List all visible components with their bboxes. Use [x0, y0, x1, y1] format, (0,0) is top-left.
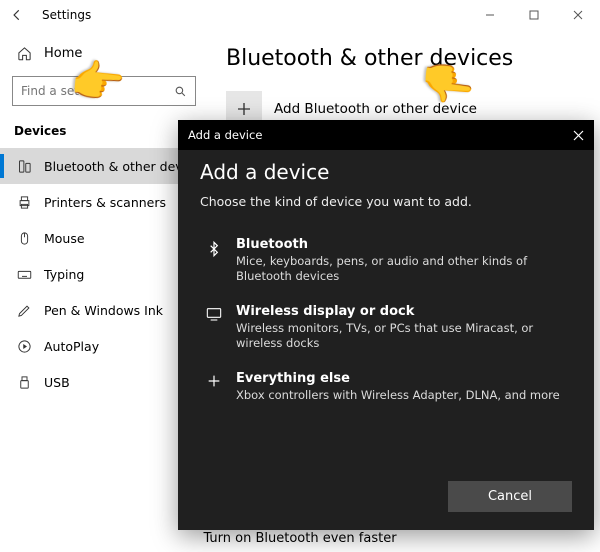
option-desc: Mice, keyboards, pens, or audio and othe…: [236, 254, 572, 284]
add-device-label: Add Bluetooth or other device: [274, 101, 477, 117]
page-title: Bluetooth & other devices: [226, 46, 582, 71]
sidebar-item-usb[interactable]: USB: [0, 364, 208, 400]
dialog-option-everything-else[interactable]: Everything else Xbox controllers with Wi…: [200, 361, 572, 413]
option-title: Wireless display or dock: [236, 304, 572, 319]
devices-icon: [14, 159, 34, 174]
usb-icon: [14, 375, 34, 390]
window-title: Settings: [42, 8, 91, 22]
home-link[interactable]: Home: [0, 36, 208, 70]
settings-window: Settings Home Devices: [0, 0, 600, 552]
sidebar-item-label: Typing: [44, 267, 84, 282]
home-label: Home: [44, 46, 82, 61]
dialog-subheading: Choose the kind of device you want to ad…: [200, 194, 572, 209]
mouse-icon: [14, 231, 34, 246]
option-desc: Wireless monitors, TVs, or PCs that use …: [236, 321, 572, 351]
search-field[interactable]: [21, 84, 174, 98]
sidebar: Home Devices Bluetooth & other devices P…: [0, 30, 208, 552]
dialog-window-title: Add a device: [188, 128, 262, 142]
dialog-heading: Add a device: [200, 160, 572, 184]
printer-icon: [14, 195, 34, 210]
maximize-button[interactable]: [512, 0, 556, 30]
close-button[interactable]: [556, 0, 600, 30]
dialog-titlebar: Add a device: [178, 120, 594, 150]
sidebar-item-label: AutoPlay: [44, 339, 99, 354]
sidebar-item-label: Printers & scanners: [44, 195, 166, 210]
pen-icon: [14, 303, 34, 318]
sidebar-item-printers[interactable]: Printers & scanners: [0, 184, 208, 220]
footer-hint-text: Turn on Bluetooth even faster: [203, 531, 396, 546]
titlebar: Settings: [0, 0, 600, 30]
dialog-close-button[interactable]: [573, 130, 584, 141]
sidebar-item-label: Pen & Windows Ink: [44, 303, 163, 318]
sidebar-item-bluetooth[interactable]: Bluetooth & other devices: [0, 148, 208, 184]
plus-icon: [200, 371, 228, 389]
window-controls: [468, 0, 600, 30]
keyboard-icon: [14, 267, 34, 282]
home-icon: [14, 46, 34, 61]
option-title: Bluetooth: [236, 237, 572, 252]
dialog-option-bluetooth[interactable]: Bluetooth Mice, keyboards, pens, or audi…: [200, 227, 572, 294]
option-desc: Xbox controllers with Wireless Adapter, …: [236, 388, 572, 403]
display-icon: [200, 304, 228, 322]
dialog-option-wireless-display[interactable]: Wireless display or dock Wireless monito…: [200, 294, 572, 361]
sidebar-item-autoplay[interactable]: AutoPlay: [0, 328, 208, 364]
search-input[interactable]: [12, 76, 196, 106]
minimize-button[interactable]: [468, 0, 512, 30]
option-title: Everything else: [236, 371, 572, 386]
back-icon[interactable]: [10, 8, 30, 22]
add-device-dialog: Add a device Add a device Choose the kin…: [178, 120, 594, 530]
bluetooth-icon: [200, 237, 228, 259]
sidebar-item-pen[interactable]: Pen & Windows Ink: [0, 292, 208, 328]
sidebar-item-typing[interactable]: Typing: [0, 256, 208, 292]
search-icon: [174, 85, 187, 98]
sidebar-section-label: Devices: [0, 116, 208, 148]
sidebar-item-label: Mouse: [44, 231, 85, 246]
sidebar-item-label: USB: [44, 375, 70, 390]
autoplay-icon: [14, 339, 34, 354]
cancel-button[interactable]: Cancel: [448, 481, 572, 512]
sidebar-item-mouse[interactable]: Mouse: [0, 220, 208, 256]
